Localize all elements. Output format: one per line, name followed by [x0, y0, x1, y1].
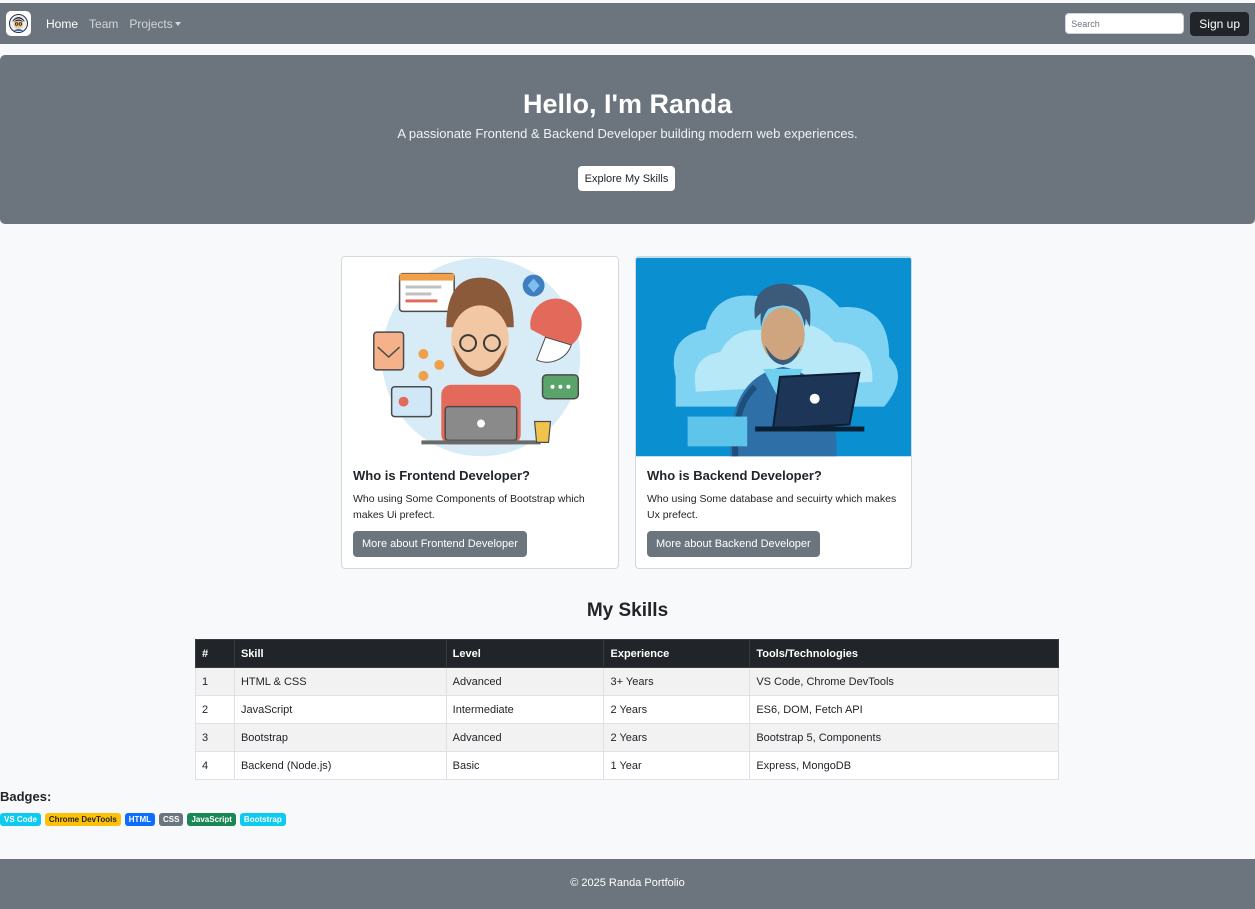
skills-title: My Skills: [586, 600, 669, 621]
table-cell: Bootstrap 5, Components: [749, 723, 1059, 752]
table-cell: Backend (Node.js): [233, 751, 447, 780]
badge-bootstrap: Bootstrap: [239, 813, 286, 826]
caret-down-icon: [174, 22, 181, 27]
table-cell: VS Code, Chrome DevTools: [749, 667, 1059, 696]
hero-subtitle: A passionate Frontend & Backend Develope…: [397, 126, 858, 141]
frontend-card-text: Who using Some Components of Bootstrap w…: [353, 493, 585, 521]
developer-avatar-logo-icon[interactable]: [6, 11, 31, 36]
badge-html: HTML: [124, 813, 155, 826]
backend-card: Who is Backend Developer? Who using Some…: [635, 256, 912, 569]
table-cell: 3: [195, 723, 235, 752]
table-header: Tools/Technologies: [749, 639, 1059, 668]
badge-css: CSS: [159, 813, 184, 826]
nav-team-link[interactable]: Team: [89, 17, 118, 31]
table-header: Level: [445, 639, 605, 668]
navbar: Home Team Projects Sign up: [0, 3, 1255, 44]
hero-section: Hello, I'm Randa A passionate Frontend &…: [0, 55, 1255, 224]
table-cell: 1 Year: [603, 751, 751, 780]
explore-skills-button[interactable]: Explore My Skills: [578, 166, 675, 191]
table-cell: Basic: [445, 751, 605, 780]
table-cell: ES6, DOM, Fetch API: [749, 695, 1059, 724]
more-frontend-button[interactable]: More about Frontend Developer: [353, 531, 527, 557]
table-cell: 1: [195, 667, 235, 696]
table-cell: HTML & CSS: [233, 667, 447, 696]
table-cell: 2 Years: [603, 695, 751, 724]
table-row: 2 JavaScript Intermediate 2 Years ES6, D…: [195, 695, 1059, 724]
backend-developer-illustration-icon: [636, 257, 911, 457]
table-cell: Intermediate: [445, 695, 605, 724]
skills-table: # Skill Level Experience Tools/Technolog…: [195, 639, 1059, 780]
table-header: Experience: [603, 639, 751, 668]
table-cell: Express, MongoDB: [749, 751, 1059, 780]
table-row: 4 Backend (Node.js) Basic 1 Year Express…: [195, 751, 1059, 780]
frontend-developer-illustration-icon: [342, 257, 618, 457]
nav-projects-dropdown[interactable]: Projects: [129, 16, 181, 31]
frontend-card: Who is Frontend Developer? Who using Som…: [341, 256, 619, 569]
more-backend-button[interactable]: More about Backend Developer: [647, 531, 820, 557]
search-input[interactable]: [1065, 13, 1185, 34]
badge-chrome-devtools: Chrome DevTools: [44, 813, 121, 826]
hero-title: Hello, I'm Randa: [523, 89, 732, 119]
table-cell: Advanced: [445, 667, 605, 696]
table-header: Skill: [233, 639, 447, 668]
footer: © 2025 Randa Portfolio: [0, 859, 1255, 909]
badge-row: VS Code Chrome DevTools HTML CSS JavaScr…: [0, 813, 286, 826]
frontend-card-title: Who is Frontend Developer?: [353, 468, 530, 483]
backend-card-title: Who is Backend Developer?: [647, 468, 822, 483]
table-header: #: [195, 639, 235, 668]
badge-javascript: JavaScript: [187, 813, 236, 826]
table-row: 3 Bootstrap Advanced 2 Years Bootstrap 5…: [195, 723, 1059, 752]
table-cell: Advanced: [445, 723, 605, 752]
backend-card-text: Who using Some database and secuirty whi…: [647, 493, 897, 521]
table-cell: 2 Years: [603, 723, 751, 752]
table-cell: 4: [195, 751, 235, 780]
table-cell: 2: [195, 695, 235, 724]
table-header-row: # Skill Level Experience Tools/Technolog…: [195, 639, 1059, 668]
navbar-right: Sign up: [1065, 11, 1249, 36]
nav-home-link[interactable]: Home: [46, 17, 78, 31]
table-cell: Bootstrap: [233, 723, 447, 752]
table-cell: JavaScript: [233, 695, 447, 724]
nav-projects-label: Projects: [129, 16, 173, 31]
signup-button[interactable]: Sign up: [1190, 11, 1249, 36]
badges-label: Badges:: [0, 789, 52, 804]
badge-vscode: VS Code: [0, 813, 41, 826]
footer-text: © 2025 Randa Portfolio: [570, 877, 685, 889]
table-row: 1 HTML & CSS Advanced 3+ Years VS Code, …: [195, 667, 1059, 696]
table-cell: 3+ Years: [603, 667, 751, 696]
